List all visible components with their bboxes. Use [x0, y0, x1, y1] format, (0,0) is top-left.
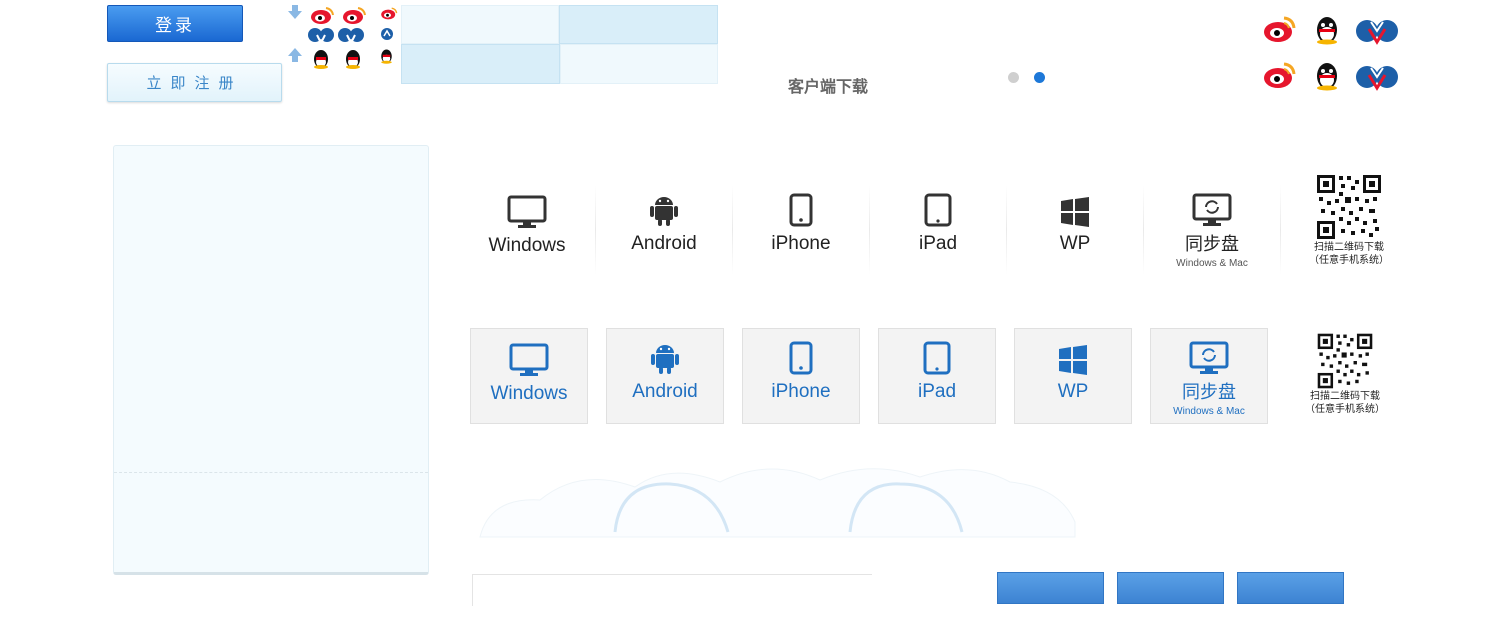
qq-penguin-icon [314, 50, 328, 69]
platform-row-boxed: Windows Android iPhone iPad WP 同步盘 Windo… [470, 328, 1404, 424]
weibo-icon [343, 7, 366, 24]
cloud-decoration [479, 468, 1076, 538]
login-button[interactable]: 登录 [107, 5, 243, 42]
platform-android-hover[interactable]: Android [606, 328, 724, 424]
qq-penguin-icon [1317, 63, 1337, 91]
carousel-dot-1[interactable] [1008, 72, 1019, 83]
platform-label: Android [632, 381, 698, 402]
renren-icon [308, 28, 334, 46]
platform-windows-hover[interactable]: Windows [470, 328, 588, 424]
renren-icon [338, 28, 364, 46]
register-button[interactable]: 立即注册 [107, 63, 282, 102]
weibo-icon [381, 7, 398, 20]
qq-penguin-icon [381, 49, 392, 64]
blue-button-3[interactable] [1237, 572, 1344, 604]
platform-qr: 扫描二维码下载 （任意手机系统） [1281, 173, 1417, 285]
platform-label: Windows [488, 235, 566, 256]
platform-label: 同步盘 [1185, 234, 1239, 254]
qr-code-icon [1316, 332, 1374, 390]
weibo-icon [1264, 16, 1296, 42]
platform-iphone-hover[interactable]: iPhone [742, 328, 860, 424]
renren-icon [1356, 20, 1398, 45]
platform-qr-boxed: 扫描二维码下载 （任意手机系统） [1286, 328, 1404, 424]
banner-tile [401, 44, 560, 84]
platform-sync-hover[interactable]: 同步盘 Windows & Mac [1150, 328, 1268, 424]
platform-label: iPhone [771, 381, 831, 402]
weibo-icon [1264, 62, 1296, 88]
platform-label: WP [1057, 381, 1089, 402]
qr-caption-line2: （任意手机系统） [1305, 404, 1385, 415]
carousel-dot-2[interactable] [1034, 72, 1045, 83]
platform-ipad[interactable]: iPad [870, 185, 1006, 285]
qr-code-icon [1315, 173, 1383, 241]
platform-sync[interactable]: 同步盘 Windows & Mac [1144, 185, 1280, 285]
weibo-icon [311, 7, 334, 24]
platform-windows[interactable]: Windows [459, 185, 595, 285]
sync-monitor-icon [1192, 193, 1232, 226]
platform-wp-hover[interactable]: WP [1014, 328, 1132, 424]
platform-label: 同步盘 [1182, 382, 1236, 402]
platform-android[interactable]: Android [596, 185, 732, 285]
banner-tile [401, 5, 559, 44]
blue-button-1[interactable] [997, 572, 1104, 604]
windows-logo-icon [1059, 345, 1087, 375]
phone-icon [789, 193, 813, 227]
tablet-icon [924, 193, 952, 227]
client-download-title[interactable]: 客户端下载 [788, 73, 868, 97]
platform-label: iPad [918, 233, 958, 254]
arrow-down-icon [288, 5, 302, 19]
android-icon [650, 197, 678, 226]
platform-sublabel: Windows & Mac [1176, 258, 1248, 269]
renren-icon [381, 28, 393, 40]
platform-ipad-hover[interactable]: iPad [878, 328, 996, 424]
arrow-up-icon [288, 48, 302, 62]
tablet-icon [923, 341, 951, 375]
qr-caption-line1: 扫描二维码下载 [1314, 242, 1384, 253]
social-login-icons [1264, 16, 1398, 91]
windows-logo-icon [1061, 197, 1089, 227]
platform-label: Android [631, 233, 697, 254]
monitor-icon [509, 343, 549, 376]
platform-wp[interactable]: WP [1007, 185, 1143, 285]
qr-caption-line2: （任意手机系统） [1309, 255, 1389, 266]
platform-sublabel: Windows & Mac [1173, 406, 1245, 417]
bottom-input-area [472, 574, 872, 606]
renren-icon [1356, 66, 1398, 91]
platform-label: Windows [490, 383, 568, 404]
qr-caption-line1: 扫描二维码下载 [1310, 391, 1380, 402]
sync-monitor-icon [1189, 341, 1229, 374]
platform-label: iPad [917, 381, 957, 402]
left-panel-divider [114, 472, 428, 473]
banner-tile [559, 5, 718, 44]
platform-label: WP [1059, 233, 1091, 254]
android-icon [651, 345, 679, 374]
platform-row-plain: Windows Android iPhone iPad WP 同步盘 Windo… [459, 173, 1417, 285]
qq-penguin-icon [1317, 17, 1337, 45]
banner-tile [560, 44, 718, 84]
platform-label: iPhone [771, 233, 831, 254]
blue-button-2[interactable] [1117, 572, 1224, 604]
monitor-icon [507, 195, 547, 228]
left-panel [113, 145, 429, 575]
phone-icon [789, 341, 813, 375]
social-icon-sprite [308, 7, 398, 69]
platform-iphone[interactable]: iPhone [733, 185, 869, 285]
qq-penguin-icon [346, 50, 360, 69]
